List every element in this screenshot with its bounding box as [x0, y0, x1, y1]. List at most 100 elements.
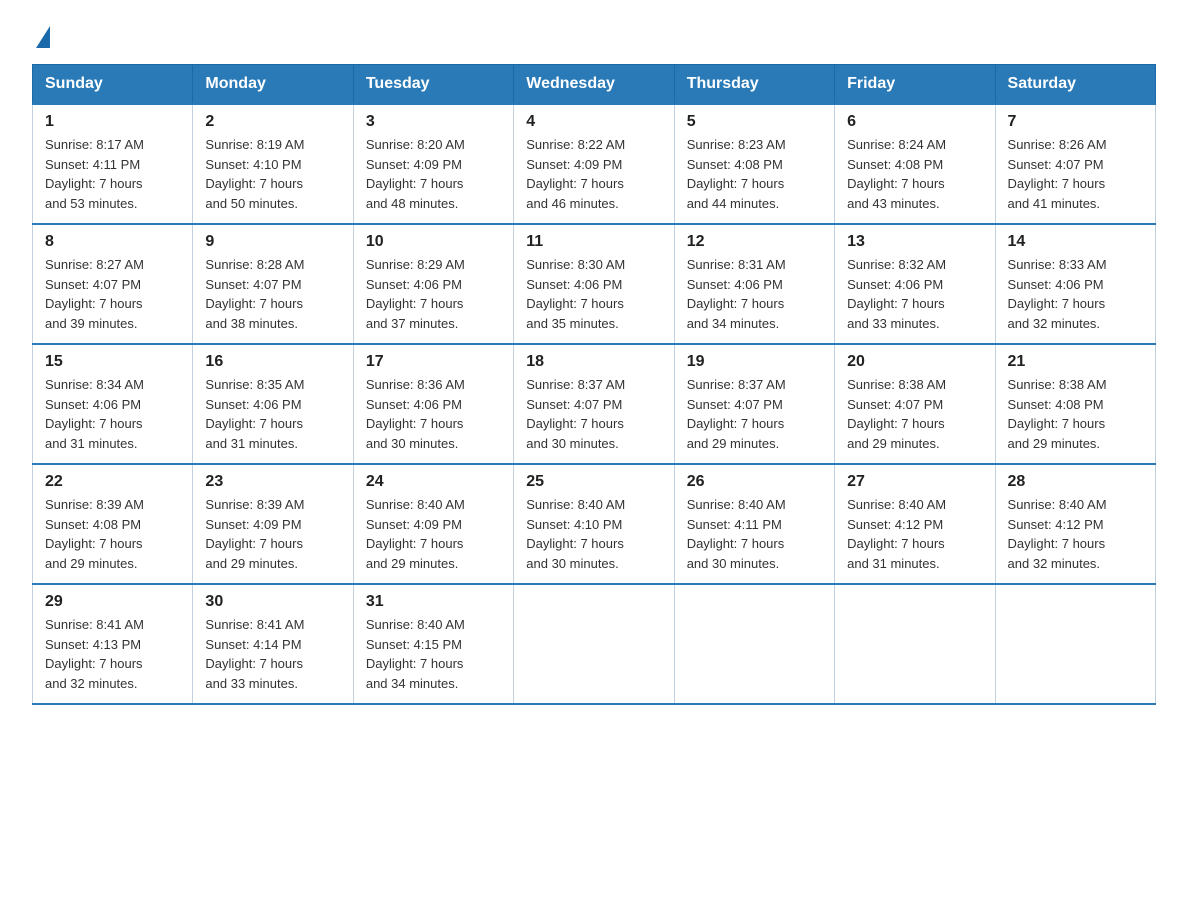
day-number: 30: [205, 593, 342, 611]
day-number: 13: [847, 233, 984, 251]
day-number: 12: [687, 233, 824, 251]
day-info: Sunrise: 8:30 AM Sunset: 4:06 PM Dayligh…: [526, 255, 663, 333]
day-number: 2: [205, 113, 342, 131]
day-number: 4: [526, 113, 663, 131]
calendar-cell: 10 Sunrise: 8:29 AM Sunset: 4:06 PM Dayli…: [353, 224, 513, 344]
calendar-cell: 7 Sunrise: 8:26 AM Sunset: 4:07 PM Daylig…: [995, 104, 1155, 224]
calendar-cell: 19 Sunrise: 8:37 AM Sunset: 4:07 PM Dayli…: [674, 344, 834, 464]
day-number: 28: [1008, 473, 1145, 491]
calendar-cell: 23Sunrise: 8:39 AM Sunset: 4:09 PM Dayli…: [193, 464, 353, 584]
page-header: [32, 24, 1156, 46]
weekday-header-saturday: Saturday: [995, 65, 1155, 105]
calendar-cell: 11 Sunrise: 8:30 AM Sunset: 4:06 PM Dayli…: [514, 224, 674, 344]
day-info: Sunrise: 8:40 AM Sunset: 4:15 PM Dayligh…: [366, 615, 503, 693]
calendar-cell: [514, 584, 674, 704]
day-info: Sunrise: 8:27 AM Sunset: 4:07 PM Dayligh…: [45, 255, 182, 333]
calendar-week-5: 29 Sunrise: 8:41 AM Sunset: 4:13 PM Dayli…: [33, 584, 1156, 704]
day-info: Sunrise: 8:40 AM Sunset: 4:12 PM Dayligh…: [847, 495, 984, 573]
calendar-cell: 2 Sunrise: 8:19 AM Sunset: 4:10 PM Daylig…: [193, 104, 353, 224]
day-number: 8: [45, 233, 182, 251]
calendar-cell: 6 Sunrise: 8:24 AM Sunset: 4:08 PM Daylig…: [835, 104, 995, 224]
weekday-header-thursday: Thursday: [674, 65, 834, 105]
day-number: 9: [205, 233, 342, 251]
calendar-cell: 26Sunrise: 8:40 AM Sunset: 4:11 PM Dayli…: [674, 464, 834, 584]
day-number: 19: [687, 353, 824, 371]
calendar-cell: 15 Sunrise: 8:34 AM Sunset: 4:06 PM Dayli…: [33, 344, 193, 464]
day-number: 27: [847, 473, 984, 491]
day-number: 31: [366, 593, 503, 611]
day-info: Sunrise: 8:35 AM Sunset: 4:06 PM Dayligh…: [205, 375, 342, 453]
day-info: Sunrise: 8:22 AM Sunset: 4:09 PM Dayligh…: [526, 135, 663, 213]
day-number: 26: [687, 473, 824, 491]
day-number: 7: [1008, 113, 1145, 131]
day-info: Sunrise: 8:34 AM Sunset: 4:06 PM Dayligh…: [45, 375, 182, 453]
day-number: 21: [1008, 353, 1145, 371]
weekday-header-friday: Friday: [835, 65, 995, 105]
day-number: 29: [45, 593, 182, 611]
day-info: Sunrise: 8:17 AM Sunset: 4:11 PM Dayligh…: [45, 135, 182, 213]
day-number: 1: [45, 113, 182, 131]
day-info: Sunrise: 8:33 AM Sunset: 4:06 PM Dayligh…: [1008, 255, 1145, 333]
day-number: 15: [45, 353, 182, 371]
day-info: Sunrise: 8:38 AM Sunset: 4:07 PM Dayligh…: [847, 375, 984, 453]
day-number: 20: [847, 353, 984, 371]
calendar-cell: 27 Sunrise: 8:40 AM Sunset: 4:12 PM Dayli…: [835, 464, 995, 584]
weekday-header-wednesday: Wednesday: [514, 65, 674, 105]
day-info: Sunrise: 8:40 AM Sunset: 4:12 PM Dayligh…: [1008, 495, 1145, 573]
day-info: Sunrise: 8:41 AM Sunset: 4:13 PM Dayligh…: [45, 615, 182, 693]
calendar-cell: 3Sunrise: 8:20 AM Sunset: 4:09 PM Daylig…: [353, 104, 513, 224]
weekday-header-tuesday: Tuesday: [353, 65, 513, 105]
calendar-cell: 16 Sunrise: 8:35 AM Sunset: 4:06 PM Dayli…: [193, 344, 353, 464]
calendar-cell: 18Sunrise: 8:37 AM Sunset: 4:07 PM Dayli…: [514, 344, 674, 464]
calendar-cell: 29 Sunrise: 8:41 AM Sunset: 4:13 PM Dayli…: [33, 584, 193, 704]
calendar-cell: [674, 584, 834, 704]
calendar-week-1: 1 Sunrise: 8:17 AM Sunset: 4:11 PM Daylig…: [33, 104, 1156, 224]
calendar-cell: 25Sunrise: 8:40 AM Sunset: 4:10 PM Dayli…: [514, 464, 674, 584]
day-info: Sunrise: 8:24 AM Sunset: 4:08 PM Dayligh…: [847, 135, 984, 213]
calendar-cell: 22Sunrise: 8:39 AM Sunset: 4:08 PM Dayli…: [33, 464, 193, 584]
calendar-cell: 8 Sunrise: 8:27 AM Sunset: 4:07 PM Daylig…: [33, 224, 193, 344]
calendar-cell: 28 Sunrise: 8:40 AM Sunset: 4:12 PM Dayli…: [995, 464, 1155, 584]
calendar-cell: 24 Sunrise: 8:40 AM Sunset: 4:09 PM Dayli…: [353, 464, 513, 584]
day-info: Sunrise: 8:32 AM Sunset: 4:06 PM Dayligh…: [847, 255, 984, 333]
calendar-cell: 13 Sunrise: 8:32 AM Sunset: 4:06 PM Dayli…: [835, 224, 995, 344]
day-info: Sunrise: 8:19 AM Sunset: 4:10 PM Dayligh…: [205, 135, 342, 213]
day-info: Sunrise: 8:41 AM Sunset: 4:14 PM Dayligh…: [205, 615, 342, 693]
calendar-cell: 31 Sunrise: 8:40 AM Sunset: 4:15 PM Dayli…: [353, 584, 513, 704]
day-number: 10: [366, 233, 503, 251]
calendar-cell: [835, 584, 995, 704]
day-number: 5: [687, 113, 824, 131]
day-number: 11: [526, 233, 663, 251]
calendar-week-3: 15 Sunrise: 8:34 AM Sunset: 4:06 PM Dayli…: [33, 344, 1156, 464]
logo-triangle-icon: [36, 26, 50, 48]
day-info: Sunrise: 8:29 AM Sunset: 4:06 PM Dayligh…: [366, 255, 503, 333]
calendar-cell: 4 Sunrise: 8:22 AM Sunset: 4:09 PM Daylig…: [514, 104, 674, 224]
logo: [32, 24, 50, 46]
day-number: 23: [205, 473, 342, 491]
calendar-cell: 5 Sunrise: 8:23 AM Sunset: 4:08 PM Daylig…: [674, 104, 834, 224]
calendar-cell: 21 Sunrise: 8:38 AM Sunset: 4:08 PM Dayli…: [995, 344, 1155, 464]
day-info: Sunrise: 8:40 AM Sunset: 4:10 PM Dayligh…: [526, 495, 663, 573]
day-info: Sunrise: 8:31 AM Sunset: 4:06 PM Dayligh…: [687, 255, 824, 333]
calendar-cell: 20 Sunrise: 8:38 AM Sunset: 4:07 PM Dayli…: [835, 344, 995, 464]
day-info: Sunrise: 8:28 AM Sunset: 4:07 PM Dayligh…: [205, 255, 342, 333]
calendar-cell: 17Sunrise: 8:36 AM Sunset: 4:06 PM Dayli…: [353, 344, 513, 464]
day-info: Sunrise: 8:23 AM Sunset: 4:08 PM Dayligh…: [687, 135, 824, 213]
calendar-cell: 12 Sunrise: 8:31 AM Sunset: 4:06 PM Dayli…: [674, 224, 834, 344]
day-info: Sunrise: 8:26 AM Sunset: 4:07 PM Dayligh…: [1008, 135, 1145, 213]
weekday-header-row: SundayMondayTuesdayWednesdayThursdayFrid…: [33, 65, 1156, 105]
day-number: 17: [366, 353, 503, 371]
day-info: Sunrise: 8:40 AM Sunset: 4:09 PM Dayligh…: [366, 495, 503, 573]
day-number: 3: [366, 113, 503, 131]
weekday-header-sunday: Sunday: [33, 65, 193, 105]
day-number: 24: [366, 473, 503, 491]
weekday-header-monday: Monday: [193, 65, 353, 105]
day-info: Sunrise: 8:39 AM Sunset: 4:08 PM Dayligh…: [45, 495, 182, 573]
day-info: Sunrise: 8:37 AM Sunset: 4:07 PM Dayligh…: [687, 375, 824, 453]
calendar-table: SundayMondayTuesdayWednesdayThursdayFrid…: [32, 64, 1156, 705]
calendar-week-4: 22Sunrise: 8:39 AM Sunset: 4:08 PM Dayli…: [33, 464, 1156, 584]
day-number: 16: [205, 353, 342, 371]
day-number: 6: [847, 113, 984, 131]
day-info: Sunrise: 8:38 AM Sunset: 4:08 PM Dayligh…: [1008, 375, 1145, 453]
calendar-week-2: 8 Sunrise: 8:27 AM Sunset: 4:07 PM Daylig…: [33, 224, 1156, 344]
